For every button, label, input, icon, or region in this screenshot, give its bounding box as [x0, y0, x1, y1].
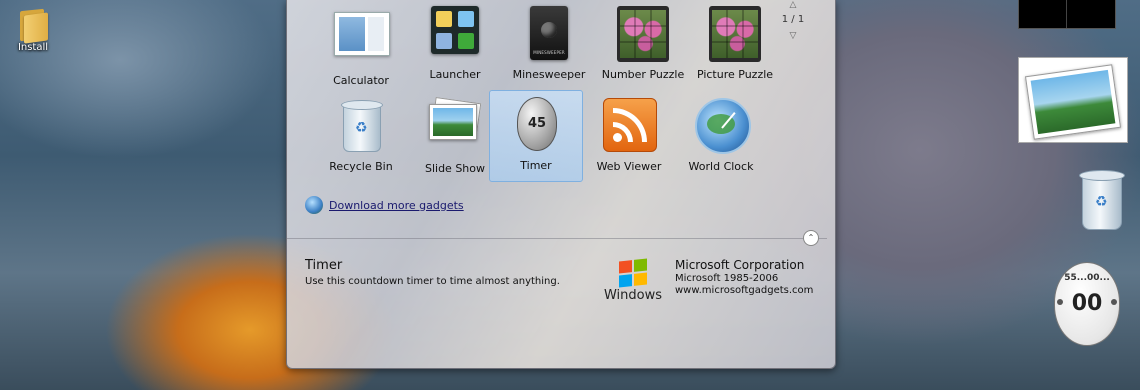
hide-details-button[interactable]: ⌃: [803, 230, 819, 246]
sidebar-recycle-bin-gadget[interactable]: ♻: [1076, 166, 1126, 230]
download-more-gadgets-link[interactable]: Download more gadgets: [329, 199, 464, 212]
windows-flag-icon: [619, 258, 647, 288]
gadget-label: Web Viewer: [596, 160, 662, 173]
windows-logo: Windows: [603, 258, 663, 310]
rss-icon: [601, 98, 657, 154]
minesweeper-icon-text: MINESWEEPER: [533, 50, 565, 55]
timer-dial-ticks: 55...00...: [1064, 273, 1110, 283]
recycle-bin-icon: ♻: [333, 98, 389, 154]
gadget-tile-recycle-bin[interactable]: ♻ Recycle Bin: [315, 92, 407, 182]
gallery-pager: △ 1 / 1 ▽: [781, 0, 805, 41]
gadget-label: Number Puzzle: [601, 68, 685, 81]
gadget-tile-web-viewer[interactable]: Web Viewer: [583, 92, 675, 182]
publisher-copyright: Microsoft 1985-2006: [675, 273, 779, 284]
timer-value: 00: [1071, 291, 1103, 316]
publisher-info: Microsoft Corporation Microsoft 1985-200…: [675, 258, 813, 296]
world-clock-icon: [693, 98, 751, 154]
gadget-tile-number-puzzle[interactable]: Number Puzzle: [597, 0, 689, 90]
gadget-tile-picture-puzzle[interactable]: Picture Puzzle: [689, 0, 781, 90]
desktop-icon-label: Install: [17, 42, 49, 53]
page-down-arrow-icon[interactable]: ▽: [781, 31, 805, 41]
timer-icon-number: 45: [527, 116, 547, 131]
gadget-label: Launcher: [429, 68, 481, 81]
gadget-details: Timer Use this countdown timer to time a…: [305, 258, 560, 287]
gadget-label: Timer: [520, 159, 552, 172]
sidebar-timer-gadget[interactable]: 55...00... 00: [1054, 262, 1120, 346]
slide-photo-icon: [1024, 64, 1122, 140]
slide-show-icon: [427, 96, 483, 156]
gadget-name: Timer: [305, 258, 343, 273]
gadget-label: Slide Show: [424, 162, 486, 175]
folder-icon: [18, 6, 48, 44]
gadget-gallery-window: Calculator Launcher MINESWEEPER Mineswee…: [286, 0, 836, 369]
timer-icon: 45: [508, 97, 564, 153]
gadget-tile-world-clock[interactable]: World Clock: [675, 92, 767, 182]
gadget-tile-launcher[interactable]: Launcher: [409, 0, 501, 90]
picture-puzzle-icon: [707, 6, 763, 62]
gadget-tile-calculator[interactable]: Calculator: [315, 0, 407, 90]
page-up-arrow-icon[interactable]: △: [781, 0, 805, 10]
gadget-label: Recycle Bin: [329, 160, 393, 173]
windows-logo-text: Windows: [603, 288, 663, 303]
publisher-company: Microsoft Corporation: [675, 258, 805, 272]
calculator-icon: [333, 12, 390, 68]
recycle-icon: ♻: [1095, 194, 1108, 210]
download-more-gadgets[interactable]: Download more gadgets: [305, 196, 464, 214]
gadget-label: World Clock: [688, 160, 754, 173]
gadget-tile-minesweeper[interactable]: MINESWEEPER Minesweeper: [503, 0, 595, 90]
desktop-install-icon[interactable]: Install: [8, 6, 58, 53]
gadget-label: Picture Puzzle: [696, 68, 774, 81]
details-divider: [287, 238, 827, 239]
publisher-website: www.microsoftgadgets.com: [675, 285, 814, 296]
gadget-label: Minesweeper: [512, 68, 586, 81]
minesweeper-icon: MINESWEEPER: [521, 6, 577, 62]
gadget-description: Use this countdown timer to time almost …: [305, 276, 560, 287]
sidebar-top-gadget[interactable]: [1018, 0, 1116, 29]
gadget-tile-slide-show[interactable]: Slide Show: [409, 92, 501, 182]
sidebar-slide-show-gadget[interactable]: [1018, 57, 1128, 143]
page-indicator: 1 / 1: [781, 14, 805, 25]
gadget-label: Calculator: [333, 74, 389, 87]
gadget-tile-timer[interactable]: 45 Timer: [489, 90, 583, 182]
globe-icon: [305, 196, 323, 214]
number-puzzle-icon: [615, 6, 671, 62]
launcher-icon: [427, 6, 483, 62]
